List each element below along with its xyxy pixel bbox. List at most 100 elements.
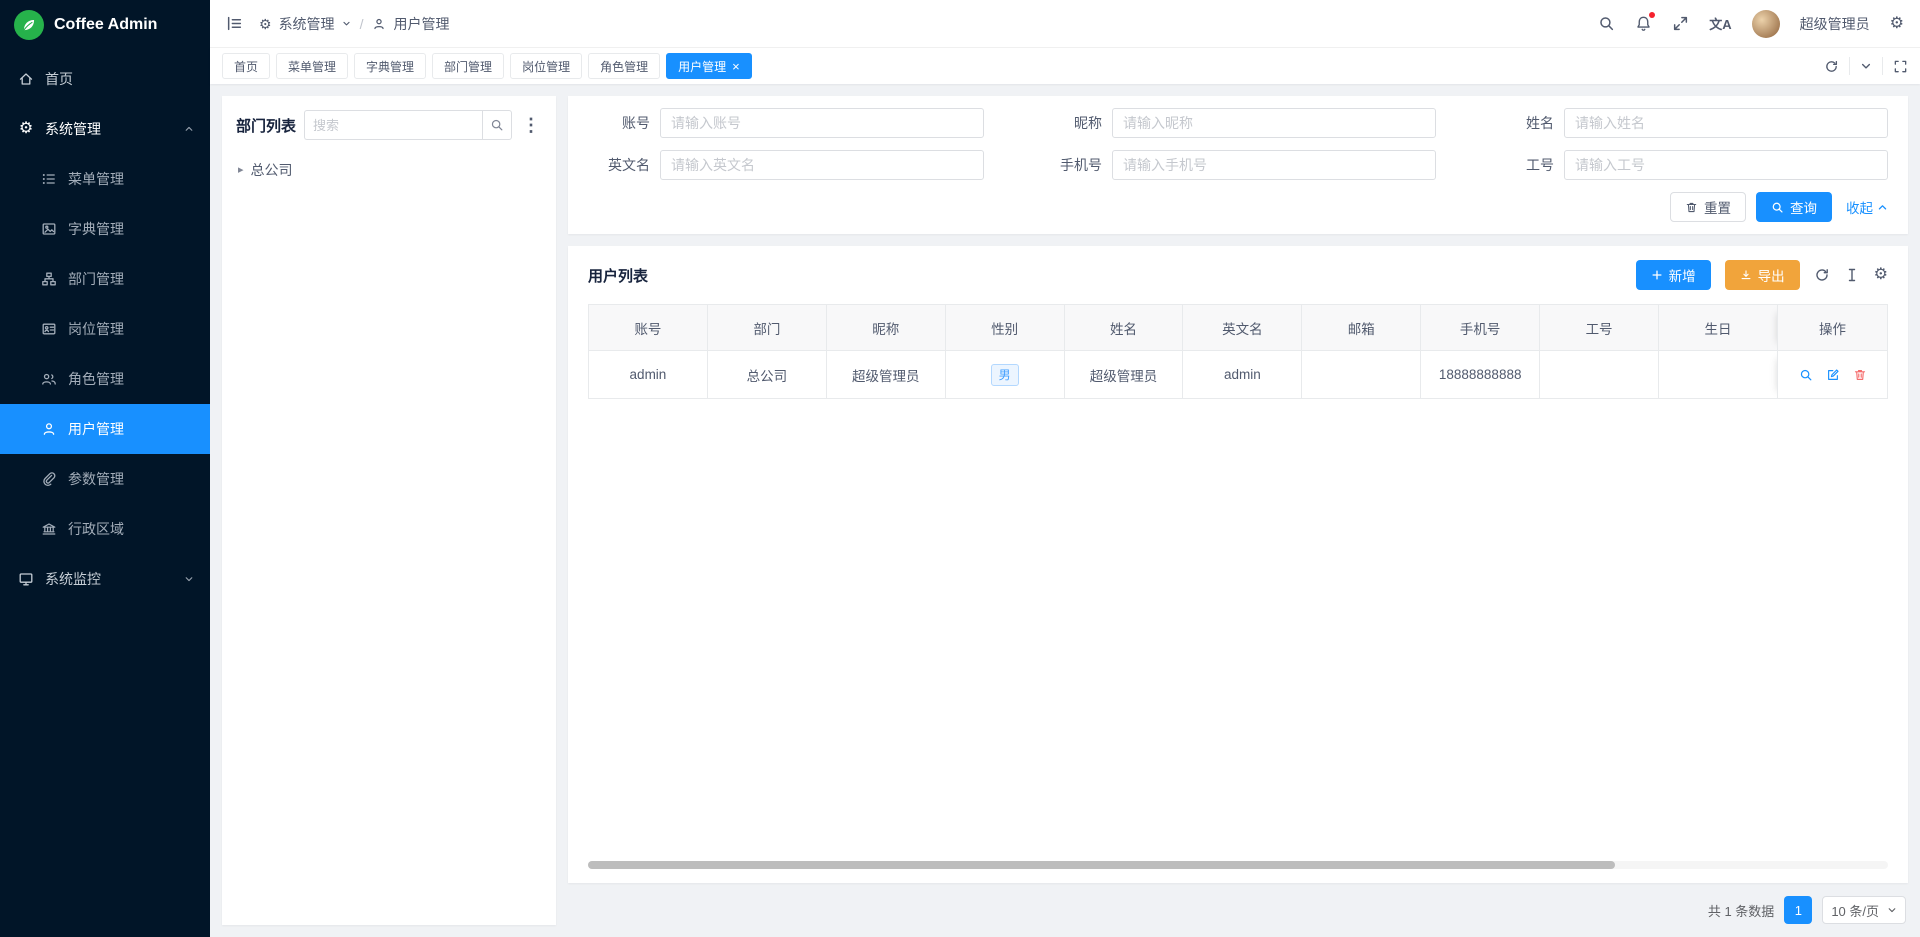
horizontal-scrollbar[interactable]: [588, 861, 1615, 869]
table-empty-space: [588, 399, 1888, 853]
tab-user-management[interactable]: 用户管理 ×: [666, 53, 752, 79]
add-button[interactable]: 新增: [1636, 260, 1711, 290]
download-icon: [1740, 269, 1752, 281]
right-column: 账号 昵称 姓名 英文名: [568, 96, 1908, 925]
page-button-1[interactable]: 1: [1784, 896, 1812, 924]
reset-button[interactable]: 重置: [1670, 192, 1746, 222]
sidebar-item-menu-management[interactable]: 菜单管理: [0, 154, 210, 204]
table-row: admin 总公司 超级管理员 男 超级管理员 admin 1888888888…: [589, 351, 1888, 399]
edit-icon[interactable]: [1826, 368, 1840, 382]
field-nickname: 昵称: [1040, 108, 1436, 138]
menu-list-icon: [40, 171, 58, 187]
tree-node-head-office[interactable]: ▸ 总公司: [236, 156, 542, 184]
sidebar-item-label: 角色管理: [68, 369, 124, 389]
account-input[interactable]: [660, 108, 984, 138]
table-toolbar: 新增 导出 ⚙: [1636, 260, 1888, 290]
divider: [1882, 57, 1883, 75]
notifications-bell-icon[interactable]: [1635, 15, 1652, 32]
trash-icon: [1685, 201, 1698, 214]
column-header: 账号: [589, 305, 708, 351]
sidebar-item-home[interactable]: 首页: [0, 54, 210, 104]
breadcrumb-system-management[interactable]: 系统管理: [279, 14, 335, 34]
english-name-input[interactable]: [660, 150, 984, 180]
table-settings-gear-icon[interactable]: ⚙: [1874, 267, 1888, 283]
breadcrumb: ⚙ 系统管理 / 用户管理: [259, 14, 449, 34]
view-icon[interactable]: [1799, 368, 1813, 382]
department-panel-title: 部门列表: [236, 115, 296, 136]
refresh-icon[interactable]: [1824, 59, 1839, 74]
app-logo[interactable]: Coffee Admin: [0, 0, 210, 50]
column-header: 英文名: [1183, 305, 1302, 351]
more-vertical-icon[interactable]: ⋮: [520, 116, 542, 134]
breadcrumb-user-management: 用户管理: [393, 14, 449, 34]
page-size-value: 10 条/页: [1831, 901, 1879, 920]
topbar-actions: 文A 超级管理员 ⚙: [1598, 10, 1904, 38]
settings-gear-icon[interactable]: ⚙: [1890, 16, 1904, 32]
phone-input[interactable]: [1112, 150, 1436, 180]
tab-home[interactable]: 首页: [222, 53, 270, 79]
sidebar-item-dept-management[interactable]: 部门管理: [0, 254, 210, 304]
page-size-select[interactable]: 10 条/页: [1822, 896, 1906, 924]
tab-menu-management[interactable]: 菜单管理: [276, 53, 348, 79]
sidebar-item-system-management[interactable]: ⚙ 系统管理: [0, 104, 210, 154]
app-title: Coffee Admin: [54, 16, 157, 34]
department-search-button[interactable]: [482, 110, 512, 140]
sidebar-item-user-management[interactable]: 用户管理: [0, 404, 210, 454]
sidebar-item-admin-region[interactable]: 行政区域: [0, 504, 210, 554]
sidebar-item-dict-management[interactable]: 字典管理: [0, 204, 210, 254]
chevron-down-icon[interactable]: [1860, 60, 1872, 72]
field-label: 昵称: [1040, 113, 1102, 133]
column-header: 姓名: [1064, 305, 1183, 351]
cell-work-id: [1540, 351, 1659, 399]
department-search-input[interactable]: [304, 110, 482, 140]
tree-node-label: 总公司: [251, 160, 293, 180]
expand-content-icon[interactable]: [1893, 59, 1908, 74]
cell-dept: 总公司: [707, 351, 826, 399]
column-settings-icon[interactable]: [1844, 267, 1860, 283]
work-id-input[interactable]: [1564, 150, 1888, 180]
collapse-toggle[interactable]: 收起: [1846, 197, 1888, 217]
field-account: 账号: [588, 108, 984, 138]
username[interactable]: 超级管理员: [1800, 14, 1870, 34]
delete-icon[interactable]: [1853, 368, 1867, 382]
table-title: 用户列表: [588, 265, 648, 286]
cell-name: 超级管理员: [1064, 351, 1183, 399]
dictionary-icon: [40, 221, 58, 237]
nickname-input[interactable]: [1112, 108, 1436, 138]
fullscreen-icon[interactable]: [1672, 15, 1689, 32]
user-table-card: 用户列表 新增 导出 ⚙: [568, 246, 1908, 883]
system-management-submenu: 菜单管理 字典管理 部门管理 岗位管理 角色管理 用户管理: [0, 154, 210, 554]
search-button[interactable]: 查询: [1756, 192, 1832, 222]
monitor-icon: [17, 571, 35, 587]
search-icon[interactable]: [1598, 15, 1615, 32]
sidebar-item-system-monitor[interactable]: 系统监控: [0, 554, 210, 604]
tab-label: 角色管理: [600, 58, 648, 75]
field-label: 姓名: [1492, 113, 1554, 133]
caret-icon: ▸: [238, 165, 244, 176]
column-header: 邮箱: [1302, 305, 1421, 351]
export-button[interactable]: 导出: [1725, 260, 1800, 290]
tab-dict-management[interactable]: 字典管理: [354, 53, 426, 79]
name-input[interactable]: [1564, 108, 1888, 138]
avatar[interactable]: [1752, 10, 1780, 38]
horizontal-scrollbar-track: [588, 861, 1888, 869]
tab-label: 首页: [234, 58, 258, 75]
cell-email: [1302, 351, 1421, 399]
close-icon[interactable]: ×: [732, 60, 740, 73]
tab-post-management[interactable]: 岗位管理: [510, 53, 582, 79]
search-button-label: 查询: [1790, 197, 1817, 217]
tab-role-management[interactable]: 角色管理: [588, 53, 660, 79]
org-tree-icon: [40, 271, 58, 287]
translate-icon[interactable]: 文A: [1709, 14, 1731, 33]
table-header-row: 账号 部门 昵称 性别 姓名 英文名 邮箱 手机号 工号 生日 操作: [589, 305, 1888, 351]
sidebar-item-post-management[interactable]: 岗位管理: [0, 304, 210, 354]
refresh-icon[interactable]: [1814, 267, 1830, 283]
chevron-down-icon: [184, 574, 194, 584]
sidebar-item-param-management[interactable]: 参数管理: [0, 454, 210, 504]
pagination: 共 1 条数据 1 10 条/页: [568, 895, 1908, 925]
sidebar-item-role-management[interactable]: 角色管理: [0, 354, 210, 404]
menu-fold-icon[interactable]: [226, 15, 243, 32]
chevron-down-icon: [342, 19, 351, 28]
tab-dept-management[interactable]: 部门管理: [432, 53, 504, 79]
department-panel-header: 部门列表 ⋮: [236, 110, 542, 140]
